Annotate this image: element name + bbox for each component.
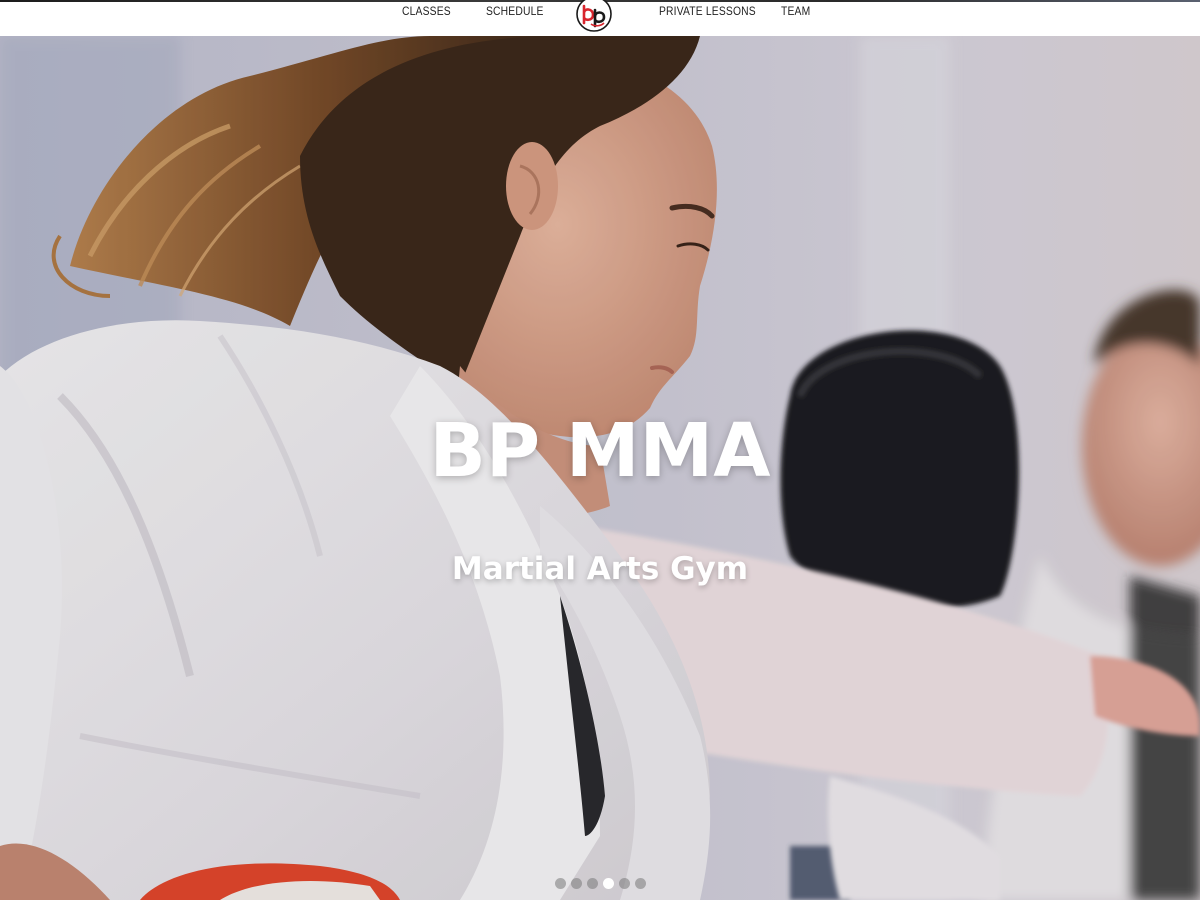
carousel-dot-5[interactable] bbox=[619, 878, 630, 889]
nav-link-schedule[interactable]: SCHEDULE bbox=[486, 4, 544, 18]
nav-link-private-lessons[interactable]: PRIVATE LESSONS bbox=[659, 4, 756, 18]
hero-subtitle: Martial Arts Gym bbox=[451, 551, 749, 587]
hero-section: BP MMA Martial Arts Gym bbox=[0, 36, 1200, 900]
top-nav: CLASSES SCHEDULE PRIVATE LESSONS TEAM bbox=[0, 0, 1200, 36]
bp-logo-icon[interactable] bbox=[576, 0, 612, 32]
carousel-dot-2[interactable] bbox=[571, 878, 582, 889]
carousel-dot-3[interactable] bbox=[587, 878, 598, 889]
carousel-dots bbox=[555, 878, 646, 890]
carousel-dot-6[interactable] bbox=[635, 878, 646, 889]
hero-title: BP MMA bbox=[429, 408, 771, 494]
nav-link-team[interactable]: TEAM bbox=[781, 4, 810, 18]
carousel-dot-4[interactable] bbox=[603, 878, 614, 889]
nav-link-classes[interactable]: CLASSES bbox=[402, 4, 451, 18]
carousel-dot-1[interactable] bbox=[555, 878, 566, 889]
page: CLASSES SCHEDULE PRIVATE LESSONS TEAM BP… bbox=[0, 0, 1200, 900]
